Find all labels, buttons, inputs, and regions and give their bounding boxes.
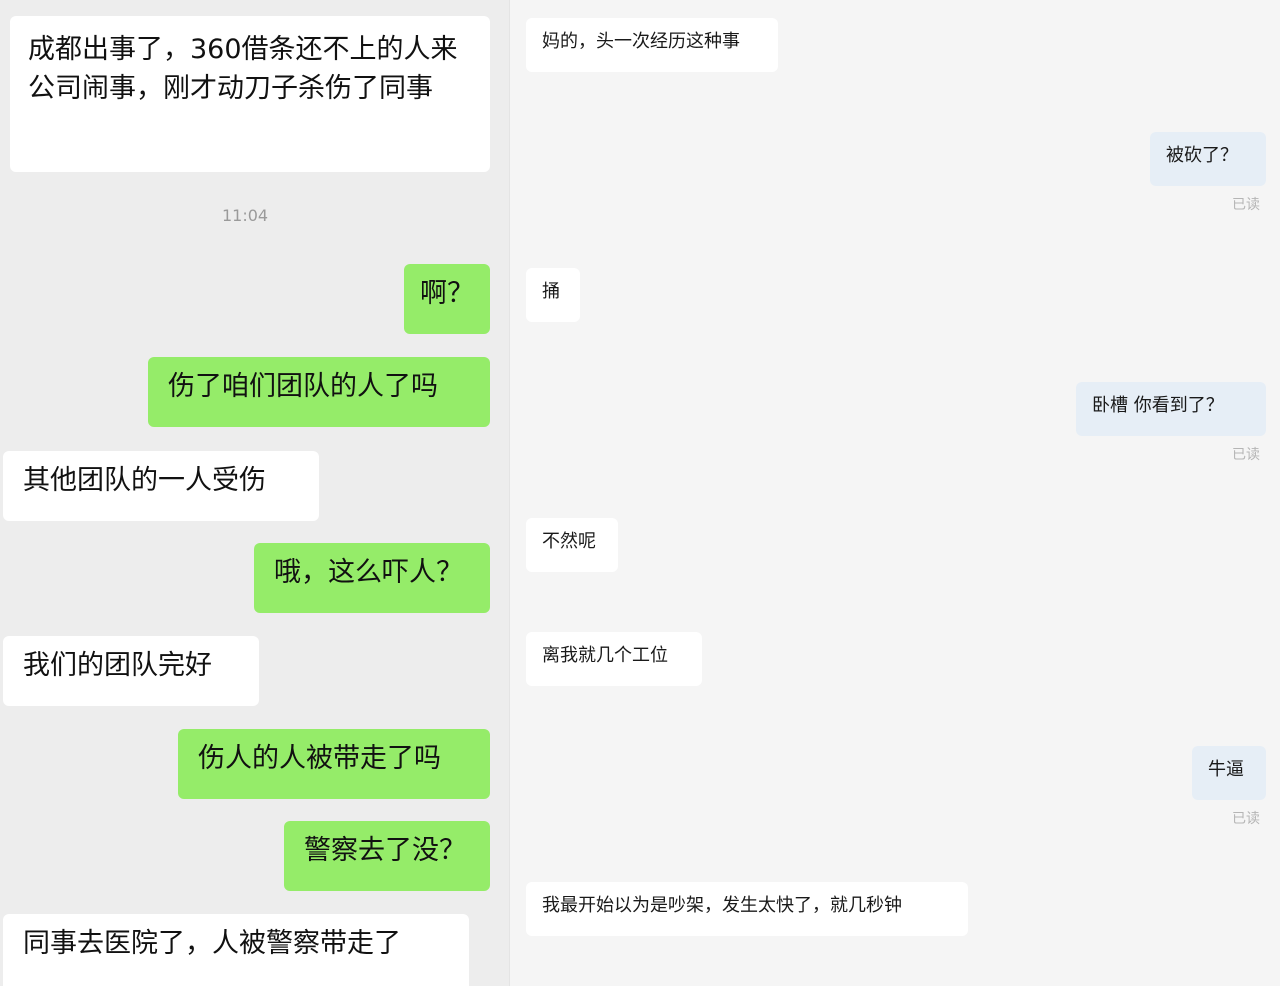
right-chat-panel: 妈的，头一次经历这种事 被砍了？ 已读 捅 卧槽 你看到了？ 已读 不然呢 离我…	[510, 0, 1280, 986]
left-chat-panel: 成都出事了，360借条还不上的人来公司闹事，刚才动刀子杀伤了同事 11:04 啊…	[0, 0, 510, 986]
message-bubble-incoming: 离我就几个工位	[526, 632, 702, 686]
message-bubble-incoming: 妈的，头一次经历这种事	[526, 18, 778, 72]
message-bubble-outgoing: 牛逼	[1192, 746, 1266, 800]
message-bubble-outgoing: 啊？	[404, 264, 490, 334]
read-status: 已读	[1232, 447, 1260, 463]
message-bubble-outgoing: 伤了咱们团队的人了吗	[148, 357, 490, 427]
message-bubble-outgoing: 被砍了？	[1150, 132, 1266, 186]
message-bubble-incoming: 不然呢	[526, 518, 618, 572]
message-bubble-incoming: 我最开始以为是吵架，发生太快了，就几秒钟	[526, 882, 968, 936]
message-bubble-incoming: 捅	[526, 268, 580, 322]
read-status: 已读	[1232, 197, 1260, 213]
message-bubble-incoming: 其他团队的一人受伤	[3, 451, 319, 521]
message-bubble-incoming: 成都出事了，360借条还不上的人来公司闹事，刚才动刀子杀伤了同事	[10, 16, 490, 172]
message-bubble-incoming: 同事去医院了，人被警察带走了	[3, 914, 469, 986]
message-bubble-incoming: 我们的团队完好	[3, 636, 259, 706]
message-timestamp: 11:04	[222, 206, 269, 225]
message-bubble-outgoing: 伤人的人被带走了吗	[178, 729, 490, 799]
read-status: 已读	[1232, 811, 1260, 827]
message-bubble-outgoing: 哦，这么吓人？	[254, 543, 490, 613]
message-bubble-outgoing: 警察去了没？	[284, 821, 490, 891]
message-bubble-outgoing: 卧槽 你看到了？	[1076, 382, 1266, 436]
